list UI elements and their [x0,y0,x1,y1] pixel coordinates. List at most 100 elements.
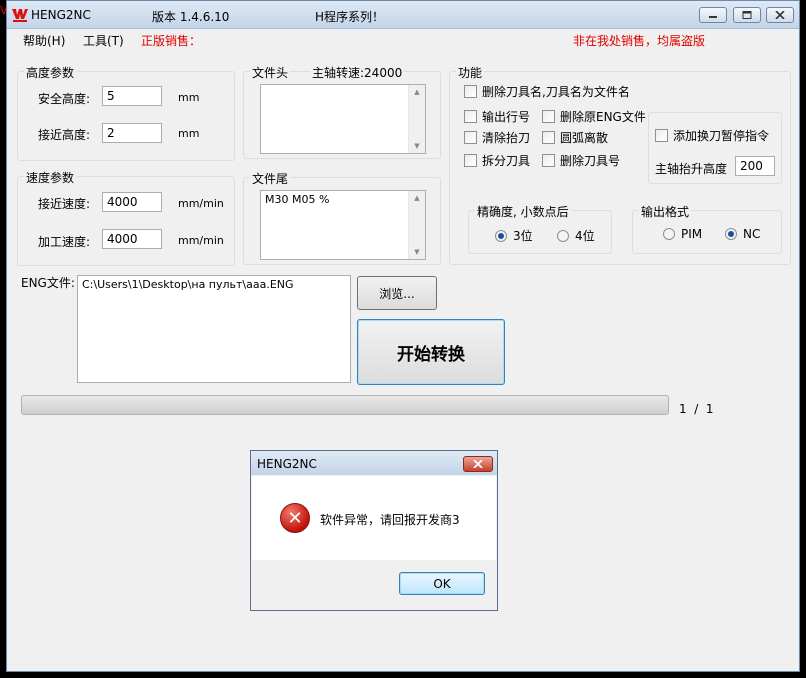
scroll-up-icon[interactable]: ▲ [414,88,419,96]
version-label: 版本 1.4.6.10 [152,10,230,24]
piracy-warning-label: 非在我处销售，均属盗版 [573,34,706,48]
approach-height-label: 接近高度: [38,128,91,142]
precision-4-label: 4位 [575,229,595,243]
maximize-icon [742,11,752,19]
dialog-ok-button[interactable]: OK [399,572,485,595]
format-pim-radio[interactable]: PIM [663,227,702,241]
checkbox-icon [542,131,555,144]
genuine-sales-label: 正版销售： [141,34,202,48]
clear-lift-checkbox[interactable]: 清除抬刀 [464,129,530,146]
functions-title: 功能 [456,64,485,81]
close-button[interactable] [766,7,794,23]
feed-speed-label: 加工速度: [38,235,91,249]
radio-selected-icon [725,228,737,240]
menu-tools[interactable]: 工具(T) [83,32,124,49]
precision-3-radio[interactable]: 3位 [495,227,533,244]
title-bar[interactable]: HENG2NC 版本 1.4.6.10 H程序系列！ [7,1,799,29]
height-params-title: 高度参数 [24,64,77,81]
delete-tool-no-label: 删除刀具号 [560,154,621,168]
menu-help[interactable]: 帮助(H) [23,32,65,49]
checkbox-icon [542,110,555,123]
format-nc-label: NC [743,227,761,241]
speed-params-title: 速度参数 [24,169,77,186]
eng-path-textarea[interactable]: C:\Users\1\Desktop\на пульт\aaa.ENG [77,275,351,383]
app-logo-icon [11,6,29,24]
maximize-button[interactable] [733,7,761,23]
approach-height-input[interactable]: 2 [102,123,162,143]
tool-name-as-file-checkbox[interactable]: 删除刀具名,刀具名为文件名 [464,83,630,100]
minimize-icon [709,16,717,18]
close-icon [775,11,785,19]
menu-bar: 帮助(H) 工具(T) 正版销售： 非在我处销售，均属盗版 [7,29,799,49]
dialog-body: ✕ 软件异常，请回报开发商3 [252,476,496,560]
browse-button[interactable]: 浏览... [357,276,437,310]
progress-text: 1 / 1 [679,402,714,416]
speed-params-group: 速度参数 接近速度: 4000 mm/min 加工速度: 4000 mm/min [17,169,235,266]
dialog-close-button[interactable] [463,456,493,472]
checkbox-icon [464,154,477,167]
checkbox-icon [655,129,668,142]
dialog-title: HENG2NC [257,457,317,471]
functions-group: 功能 删除刀具名,刀具名为文件名 输出行号 删除原ENG文件 清除抬刀 圆弧离散… [449,64,791,265]
scroll-down-icon[interactable]: ▼ [414,142,419,150]
checkbox-icon [464,85,477,98]
checkbox-icon [464,131,477,144]
delete-tool-no-checkbox[interactable]: 删除刀具号 [542,152,620,169]
file-header-textarea[interactable]: ▲ ▼ [260,84,426,154]
feed-speed-unit: mm/min [178,234,224,247]
spindle-lift-input[interactable]: 200 [735,156,775,176]
tool-change-subgroup: 添加换刀暂停指令 主轴抬升高度 200 [648,112,782,184]
file-tail-textarea[interactable]: M30 M05 % ▲ ▼ [260,190,426,260]
dialog-message: 软件异常，请回报开发商3 [320,513,460,527]
scroll-down-icon[interactable]: ▼ [414,248,419,256]
checkbox-icon [464,110,477,123]
spindle-speed-label: 主轴转速:24000 [310,64,405,81]
safe-height-input[interactable]: 5 [102,86,162,106]
output-format-group: 输出格式 PIM NC [632,203,782,254]
format-pim-label: PIM [681,227,703,241]
checkbox-icon [542,154,555,167]
close-icon [473,460,483,468]
clear-lift-label: 清除抬刀 [482,131,531,145]
file-tail-group: 文件尾 M30 M05 % ▲ ▼ [243,170,441,265]
precision-title: 精确度, 小数点后 [475,203,571,220]
radio-icon [663,228,675,240]
approach-speed-unit: mm/min [178,197,224,210]
file-header-group: 文件头 主轴转速:24000 ▲ ▼ [243,64,441,159]
radio-selected-icon [495,229,507,242]
dialog-title-bar[interactable]: HENG2NC [251,451,497,475]
file-header-scrollbar[interactable]: ▲ ▼ [408,85,425,153]
add-tool-pause-label: 添加换刀暂停指令 [673,129,770,143]
file-tail-scrollbar[interactable]: ▲ ▼ [408,191,425,259]
approach-speed-label: 接近速度: [38,197,91,211]
feed-speed-input[interactable]: 4000 [102,229,162,249]
file-tail-content: M30 M05 % [265,193,330,206]
format-nc-radio[interactable]: NC [725,227,760,241]
precision-4-radio[interactable]: 4位 [557,227,595,244]
output-line-no-label: 输出行号 [482,110,531,124]
split-tool-label: 拆分刀具 [482,154,531,168]
app-title: HENG2NC [31,8,91,22]
series-label: H程序系列！ [315,10,385,24]
scroll-up-icon[interactable]: ▲ [414,194,419,202]
start-convert-button[interactable]: 开始转换 [357,319,505,385]
approach-height-unit: mm [178,127,200,140]
spindle-lift-label: 主轴抬升高度 [655,162,728,176]
arc-discrete-checkbox[interactable]: 圆弧离散 [542,129,608,146]
height-params-group: 高度参数 安全高度: 5 mm 接近高度: 2 mm [17,64,235,161]
progress-bar [21,395,669,415]
precision-3-label: 3位 [513,229,533,243]
safe-height-label: 安全高度: [38,92,91,106]
output-line-no-checkbox[interactable]: 输出行号 [464,108,530,125]
file-header-title: 文件头 [250,64,291,81]
split-tool-checkbox[interactable]: 拆分刀具 [464,152,530,169]
approach-speed-input[interactable]: 4000 [102,192,162,212]
eng-path-value: C:\Users\1\Desktop\на пульт\aaa.ENG [82,278,294,291]
delete-orig-eng-checkbox[interactable]: 删除原ENG文件 [542,108,646,125]
arc-discrete-label: 圆弧离散 [560,131,609,145]
add-tool-pause-checkbox[interactable]: 添加换刀暂停指令 [655,127,769,144]
error-dialog: HENG2NC ✕ 软件异常，请回报开发商3 OK [250,450,498,611]
radio-icon [557,229,569,242]
error-icon: ✕ [280,503,310,533]
minimize-button[interactable] [699,7,727,23]
